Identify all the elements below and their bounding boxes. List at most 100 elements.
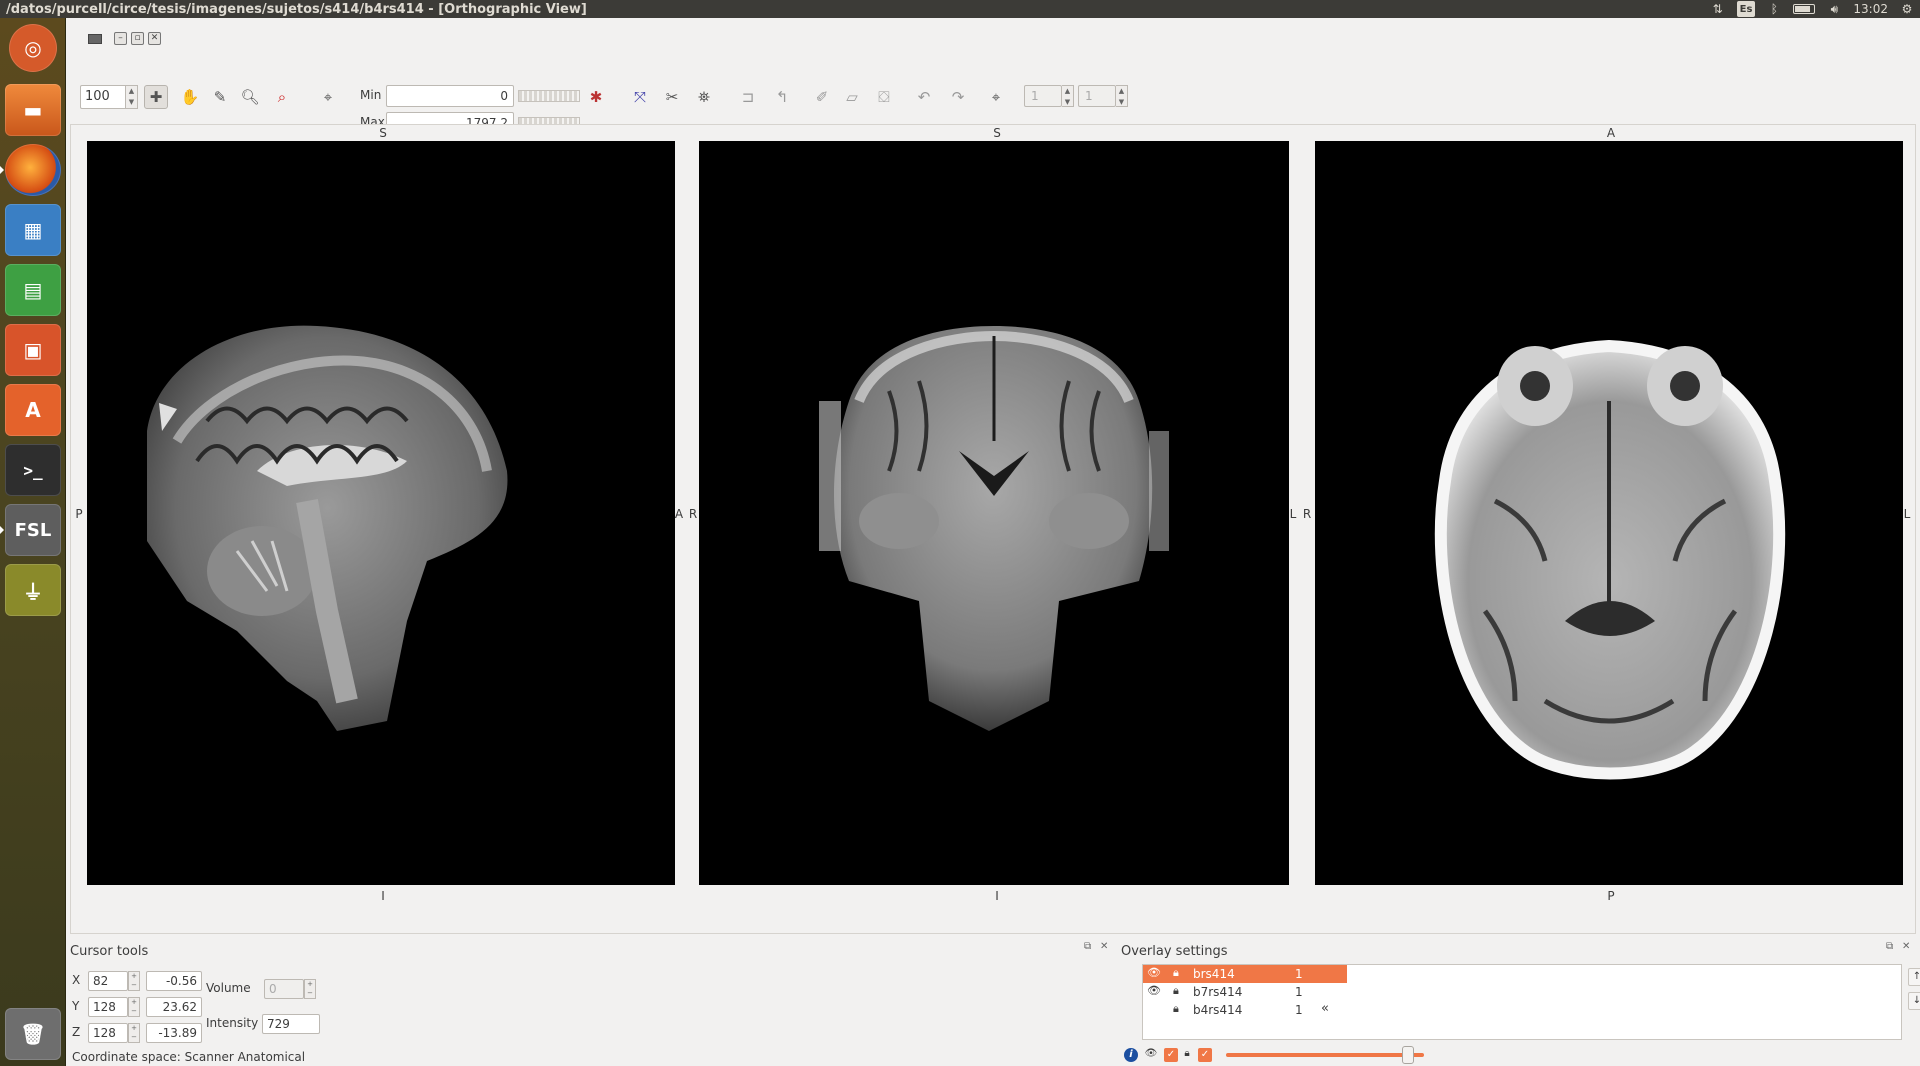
fslview-window: – ▫ ✕ 100 ▲ ▼ ✚ ✋ ✎ 🔍︎ ⌕ ⌖ Min Max 0 1797… (66, 18, 1920, 1066)
checkbox-icon[interactable]: ✓ (1164, 1048, 1178, 1062)
volume-stepper[interactable]: + − (304, 979, 316, 999)
eraser-icon[interactable]: ▱ (840, 85, 864, 109)
coronal-view: S I R L (685, 125, 1305, 935)
dock-close-icon[interactable]: ✕ (1902, 941, 1910, 952)
y-voxel-field[interactable]: 128 (88, 997, 128, 1017)
terminal-icon[interactable]: >_ (5, 444, 61, 496)
eye-icon[interactable]: 👁︎ (1144, 1047, 1158, 1061)
pen-icon[interactable]: ✐ (810, 85, 834, 109)
orientation-bottom-label: I (995, 889, 999, 903)
coronal-canvas[interactable] (699, 141, 1289, 885)
lock-icon[interactable]: 🔒︎ (1180, 1047, 1194, 1061)
software-center-icon[interactable]: A (5, 384, 61, 436)
volume-icon[interactable]: 🔊︎ (1827, 1, 1841, 17)
checkbox-icon[interactable]: ✓ (1198, 1048, 1212, 1062)
menu-icon[interactable] (88, 33, 102, 44)
opacity-slider[interactable] (1226, 1046, 1424, 1064)
frame-field-2[interactable]: 1 (1078, 85, 1116, 107)
z-voxel-field[interactable]: 128 (88, 1023, 128, 1043)
axial-canvas[interactable] (1315, 141, 1903, 885)
sagittal-canvas[interactable] (87, 141, 675, 885)
redo-icon[interactable]: ↷ (946, 85, 970, 109)
z-voxel-stepper[interactable]: + − (128, 1023, 140, 1043)
zoom-input[interactable]: 100 (80, 85, 126, 109)
gear-icon[interactable]: ⚙ (1900, 1, 1914, 17)
battery-icon[interactable] (1793, 1, 1816, 17)
info-icon[interactable]: i (1124, 1048, 1138, 1062)
z-world-field[interactable]: -13.89 (146, 1023, 202, 1043)
window-controls: – ▫ ✕ (88, 32, 161, 45)
move-up-button[interactable]: ↑ (1908, 968, 1920, 986)
x-label: X (72, 973, 81, 987)
libreoffice-draw-icon[interactable]: ▦ (5, 204, 61, 256)
y-world-field[interactable]: 23.62 (146, 997, 202, 1017)
undo-icon[interactable]: ↶ (912, 85, 936, 109)
bluetooth-icon[interactable]: ᛒ (1767, 1, 1781, 17)
axial-brain-image (1434, 339, 1786, 780)
binoculars-icon[interactable]: ⛯ (692, 85, 716, 109)
x-voxel-field[interactable]: 82 (88, 971, 128, 991)
clock[interactable]: 13:02 (1853, 1, 1888, 17)
zoom-stepper[interactable]: ▲ ▼ (126, 85, 138, 109)
overlay-row[interactable]: 👁︎ 🔒︎ brs414 1 (1143, 965, 1347, 983)
libreoffice-impress-icon[interactable]: ▣ (5, 324, 61, 376)
usb-drive-icon[interactable]: ⏚ (5, 564, 61, 616)
eye-icon[interactable]: 👁︎ (1147, 984, 1161, 997)
overlay-row[interactable]: 👁︎ 🔒︎ b7rs414 1 (1143, 983, 1347, 1001)
center-cursor-icon[interactable]: ⌖ (316, 85, 340, 109)
volume-field[interactable]: 0 (264, 979, 304, 999)
colormap-icon[interactable]: ✱ (584, 85, 608, 109)
sagittal-brain-image (147, 325, 508, 731)
y-voxel-stepper[interactable]: + − (128, 997, 140, 1017)
undo-arrow-icon[interactable]: ↰ (770, 85, 794, 109)
cursor-tools-title: Cursor tools (70, 944, 149, 959)
cut-icon[interactable]: ✂ (660, 85, 684, 109)
minimize-button[interactable]: – (114, 32, 127, 45)
firefox-icon[interactable] (5, 144, 61, 196)
mask-bracket-icon[interactable]: ⊐ (736, 85, 760, 109)
swap-icon[interactable]: ⤧ (628, 85, 652, 109)
eye-icon[interactable]: 👁︎ (1147, 966, 1161, 979)
files-icon[interactable]: ▬ (5, 84, 61, 136)
target-icon[interactable]: ⌖ (984, 85, 1008, 109)
dock-close-icon[interactable]: ✕ (1100, 941, 1108, 952)
frame-stepper-2[interactable]: ▲ ▼ (1116, 85, 1128, 107)
double-chevron-left-icon[interactable]: « (1321, 1001, 1329, 1016)
ubuntu-dash-icon[interactable]: ◎ (9, 24, 57, 72)
overlay-list: 👁︎ 🔒︎ brs414 1 👁︎ 🔒︎ b7rs414 1 🔒︎ b4rs41… (1142, 964, 1902, 1040)
network-icon[interactable]: ⇅ (1711, 1, 1725, 17)
dock-float-icon[interactable]: ⧉ (1084, 941, 1091, 952)
coronal-brain-image (819, 326, 1169, 731)
fsl-icon[interactable]: FSL (5, 504, 61, 556)
zoom-icon[interactable]: 🔍︎ (238, 85, 262, 109)
x-world-field[interactable]: -0.56 (146, 971, 202, 991)
frame-stepper-1[interactable]: ▲ ▼ (1062, 85, 1074, 107)
opacity-slider-handle[interactable] (1402, 1046, 1415, 1064)
lock-icon[interactable]: 🔒︎ (1173, 966, 1179, 980)
restore-button[interactable]: ▫ (131, 32, 144, 45)
lock-icon[interactable]: 🔒︎ (1173, 984, 1179, 998)
frame-field-1[interactable]: 1 (1024, 85, 1062, 107)
keyboard-layout-indicator[interactable]: Es (1736, 1, 1756, 17)
crosshair-cursor-tool[interactable]: ✚ (144, 85, 168, 109)
zoom-reset-icon[interactable]: ⌕ (270, 85, 294, 109)
volume-label: Volume (206, 981, 251, 995)
min-intensity-field[interactable]: 0 (386, 85, 514, 107)
move-down-button[interactable]: ↓ (1908, 992, 1920, 1010)
overlay-row[interactable]: 🔒︎ b4rs414 1 « (1143, 1001, 1383, 1019)
min-intensity-slider[interactable] (518, 90, 580, 102)
close-button[interactable]: ✕ (148, 32, 161, 45)
overlay-name: brs414 (1193, 967, 1235, 981)
bottom-panels: Cursor tools X Y Z 82 128 128 + − + − + − -… (66, 938, 1920, 1066)
trash-icon[interactable]: 🗑︎ (5, 1008, 61, 1060)
pencil-icon[interactable]: ✎ (208, 85, 232, 109)
z-label: Z (72, 1025, 81, 1039)
dock-float-icon[interactable]: ⧉ (1886, 941, 1893, 952)
libreoffice-calc-icon[interactable]: ▤ (5, 264, 61, 316)
fill-bucket-icon[interactable]: ⛋ (872, 85, 896, 109)
lock-icon[interactable]: 🔒︎ (1173, 1002, 1179, 1016)
min-label: Min (360, 88, 382, 102)
overlay-value: 1 (1295, 985, 1303, 999)
x-voxel-stepper[interactable]: + − (128, 971, 140, 991)
pan-hand-icon[interactable]: ✋ (178, 85, 202, 109)
